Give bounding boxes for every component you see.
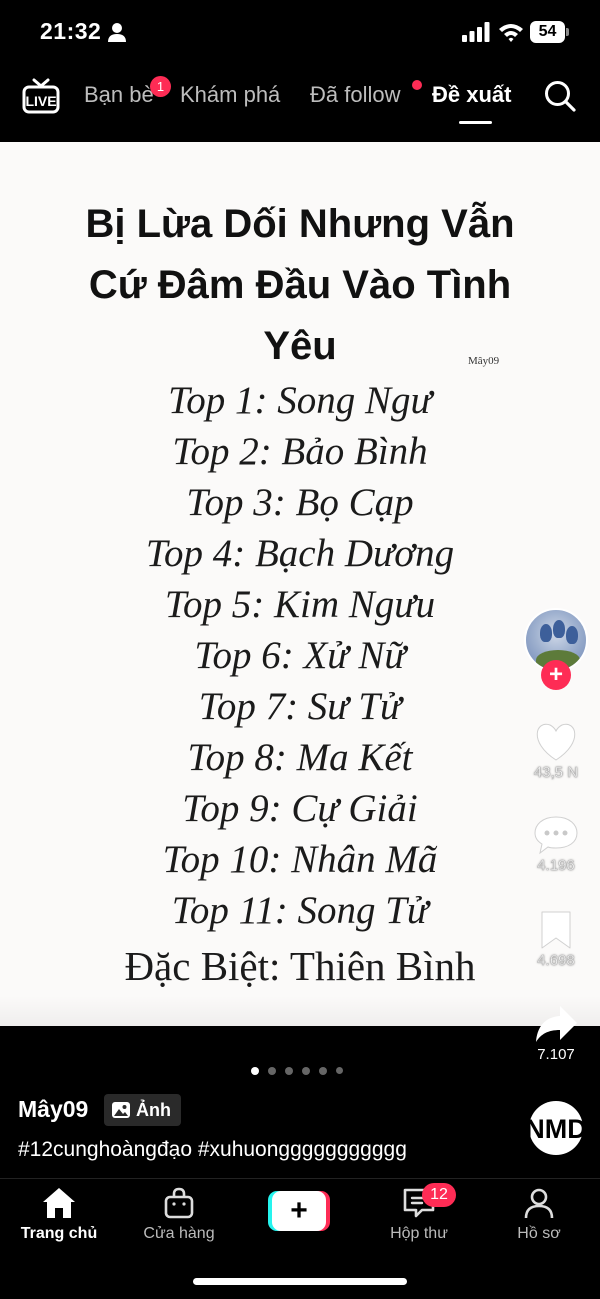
avatar-tulip-art xyxy=(566,626,578,644)
carousel-dot[interactable] xyxy=(319,1067,327,1075)
like-button[interactable]: 43,5 N xyxy=(526,722,586,781)
post-title-line: Bị Lừa Dối Nhưng Vẫn xyxy=(85,202,515,246)
carousel-indicator[interactable] xyxy=(251,1067,351,1077)
avatar-tulip-art xyxy=(553,620,565,638)
comment-count: 4.196 xyxy=(537,857,575,875)
create-button[interactable]: + xyxy=(268,1191,330,1231)
post-title-line: Yêu xyxy=(263,324,337,368)
image-icon xyxy=(112,1102,130,1118)
following-dot-badge xyxy=(412,80,422,90)
status-time: 21:32 xyxy=(40,18,102,44)
carousel-dot[interactable] xyxy=(302,1067,310,1075)
signal-icon xyxy=(462,22,490,42)
share-arrow-icon xyxy=(536,1006,577,1042)
friends-badge: 1 xyxy=(150,76,171,97)
shopping-bag-icon xyxy=(164,1187,194,1219)
tab-profile[interactable]: Hồ sơ xyxy=(484,1187,594,1243)
ranking-item: Top 5: Kim Ngưu xyxy=(164,583,436,626)
profile-icon xyxy=(524,1188,554,1219)
top-nav: LIVE Bạn bè 1 Khám phá Đã follow Đề xuất xyxy=(0,64,600,140)
battery-indicator: 54 xyxy=(530,21,570,43)
avatar-tulip-art xyxy=(540,624,552,642)
tab-for-you[interactable]: Đề xuất xyxy=(432,82,511,108)
like-count: 43,5 N xyxy=(533,764,579,782)
person-icon xyxy=(108,23,126,42)
inbox-badge: 12 xyxy=(422,1183,456,1207)
author-name[interactable]: Mây09 xyxy=(18,1096,88,1123)
tab-inbox[interactable]: Hộp thư xyxy=(364,1187,474,1243)
tab-shop[interactable]: Cửa hàng xyxy=(124,1187,234,1243)
carousel-dot[interactable] xyxy=(251,1067,259,1075)
ranking-item: Top 1: Song Ngư xyxy=(168,379,432,422)
photo-type-label: Ảnh xyxy=(136,1099,171,1120)
tab-home-label: Trang chủ xyxy=(20,1225,98,1242)
post-image[interactable]: Bị Lừa Dối Nhưng Vẫn Cứ Đâm Đầu Vào Tình… xyxy=(0,142,600,1026)
battery-nub xyxy=(566,28,569,36)
carousel-dot[interactable] xyxy=(268,1067,276,1075)
special-mention: Đặc Biệt: Thiên Bình xyxy=(124,943,476,989)
ranking-item: Top 8: Ma Kết xyxy=(187,736,413,779)
svg-text:NMD: NMD xyxy=(528,1114,584,1144)
music-disc-icon[interactable]: NMD xyxy=(528,1100,584,1156)
save-count: 4.698 xyxy=(537,952,575,970)
tab-shop-label: Cửa hàng xyxy=(143,1225,215,1242)
live-label: LIVE xyxy=(25,93,56,109)
ranking-item: Top 9: Cự Giải xyxy=(182,787,418,830)
ranking-item: Top 10: Nhân Mã xyxy=(162,838,438,881)
photo-type-tag: Ảnh xyxy=(104,1094,181,1126)
tab-inbox-label: Hộp thư xyxy=(390,1225,448,1242)
live-icon[interactable]: LIVE xyxy=(22,78,60,114)
wifi-icon xyxy=(499,24,523,42)
tab-friends[interactable]: Bạn bè xyxy=(84,82,154,108)
tab-following[interactable]: Đã follow xyxy=(310,82,400,108)
home-indicator[interactable] xyxy=(193,1278,407,1285)
comment-icon xyxy=(534,816,578,855)
carousel-dot[interactable] xyxy=(285,1067,293,1075)
home-icon xyxy=(43,1188,75,1218)
tab-profile-label: Hồ sơ xyxy=(517,1225,561,1242)
share-count: 7.107 xyxy=(537,1046,575,1063)
bookmark-icon xyxy=(541,911,571,949)
post-title: Bị Lừa Dối Nhưng Vẫn Cứ Đâm Đầu Vào Tình… xyxy=(0,194,600,377)
carousel-dot[interactable] xyxy=(336,1067,343,1074)
image-bottom-edge xyxy=(0,996,600,1026)
ranking-item: Top 7: Sư Tử xyxy=(198,685,402,728)
battery-level: 54 xyxy=(530,21,565,43)
ranking-list: Top 1: Song Ngư Top 2: Bảo Bình Top 3: B… xyxy=(0,375,600,936)
post-hashtags[interactable]: #12cunghoàngđạo #xuhuonggggggggggg xyxy=(18,1138,407,1162)
image-watermark: Mây09 xyxy=(468,355,500,367)
post-title-line: Cứ Đâm Đầu Vào Tình xyxy=(88,263,512,307)
active-tab-underline xyxy=(459,121,492,124)
comment-button[interactable]: 4.196 xyxy=(526,815,586,874)
share-button[interactable]: 7.107 xyxy=(526,1004,586,1063)
ranking-item: Top 2: Bảo Bình xyxy=(172,430,428,473)
heart-icon xyxy=(536,723,576,761)
follow-button[interactable]: + xyxy=(541,660,571,690)
ranking-item: Top 4: Bạch Dương xyxy=(145,532,455,575)
tab-explore[interactable]: Khám phá xyxy=(180,82,280,108)
tab-home[interactable]: Trang chủ xyxy=(4,1187,114,1243)
save-button[interactable]: 4.698 xyxy=(526,910,586,969)
ranking-item: Top 11: Song Tử xyxy=(171,889,429,932)
search-icon[interactable] xyxy=(544,80,576,112)
ranking-item: Top 3: Bọ Cạp xyxy=(186,481,414,524)
ranking-item: Top 6: Xử Nữ xyxy=(194,634,406,677)
status-bar: 21:32 54 xyxy=(0,0,600,64)
plus-icon: + xyxy=(272,1191,326,1231)
